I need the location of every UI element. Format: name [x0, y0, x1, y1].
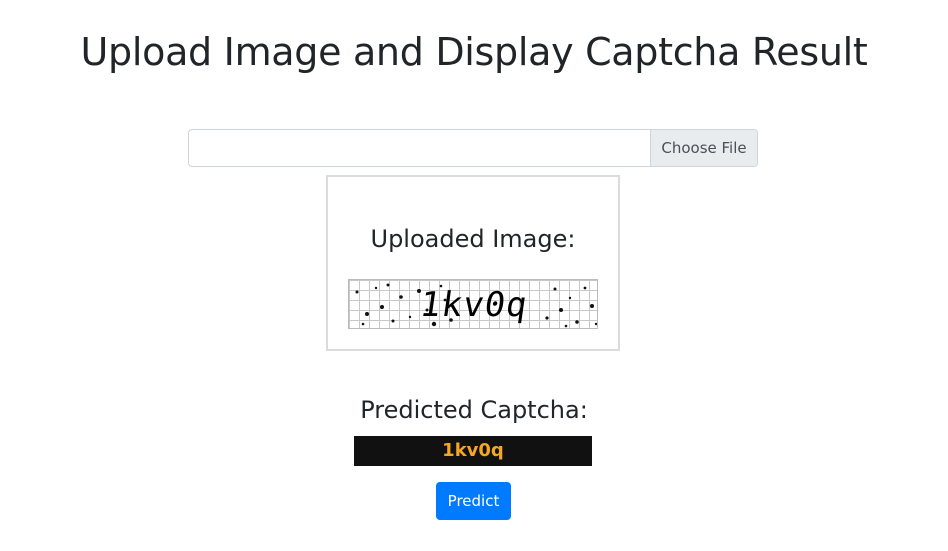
predicted-captcha-value: 1kv0q — [354, 436, 592, 466]
predict-button[interactable]: Predict — [436, 482, 511, 520]
uploaded-image-heading: Uploaded Image: — [370, 225, 576, 253]
predicted-captcha-heading: Predicted Captcha: — [360, 396, 588, 424]
file-upload-input[interactable]: Choose File — [188, 129, 758, 167]
uploaded-image-panel: Uploaded Image: 1kv0q — [326, 175, 620, 351]
choose-file-button[interactable]: Choose File — [650, 130, 757, 166]
captcha-image-text: 1kv0q — [417, 285, 531, 325]
captcha-image: 1kv0q — [348, 279, 598, 329]
page-title: Upload Image and Display Captcha Result — [80, 30, 868, 74]
